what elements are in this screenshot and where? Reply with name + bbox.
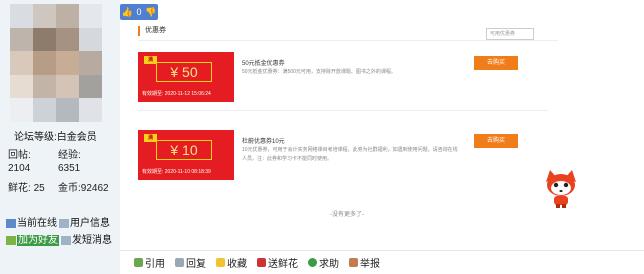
coupon-validity: 有效期至: 2020-11-10 08:18:39 — [142, 169, 211, 175]
coupon-description: 10元优惠券，可用于会计实务网络课目考培课程，此劵为社群福利，如遇到使用问题，请… — [242, 147, 458, 162]
quote-icon — [134, 258, 143, 267]
flowers-value: 25 — [33, 183, 45, 194]
coupon-validity: 有效期至: 2020-11-12 15:06:24 — [142, 91, 211, 97]
buy-button[interactable]: 去购买 — [474, 134, 518, 148]
coupon-name: 50元抵金优惠券 — [242, 61, 285, 67]
level-value: 白金会员 — [56, 132, 97, 143]
exp-value: 6351 — [58, 163, 81, 174]
posts-stat: 回帖: 2104 — [8, 149, 31, 175]
post-actions-bar: 引用 回复 收藏 送鲜花 求助 举报 — [120, 250, 644, 274]
thumbs-down-icon: 👎 — [145, 6, 157, 17]
message-icon — [61, 235, 71, 245]
add-friend-icon — [6, 235, 16, 245]
coupon-search-input[interactable]: 可用优惠券 — [486, 28, 534, 40]
posts-value: 2104 — [8, 163, 31, 174]
user-links-row-1: 当前在线 用户信息 — [6, 214, 110, 229]
posts-label: 回帖: — [8, 150, 31, 161]
exp-stat: 经验: 6351 — [58, 149, 81, 175]
coins-value: 92462 — [80, 183, 109, 194]
buy-button[interactable]: 去购买 — [474, 56, 518, 70]
no-more-text: -没有更多了- — [330, 212, 364, 218]
flower-icon — [257, 258, 266, 267]
divider — [138, 40, 558, 41]
user-links-row-2: 加为好友 发短消息 — [6, 231, 112, 246]
favorite-action[interactable]: 收藏 — [216, 255, 247, 270]
online-link[interactable]: 当前在线 — [6, 214, 57, 229]
add-friend-link[interactable]: 加为好友 — [6, 231, 59, 246]
coins-label: 金币: — [58, 183, 81, 194]
user-info-icon — [59, 218, 69, 228]
coupon-card: 满 ¥ 10 有效期至: 2020-11-10 08:18:39 杜蔚优惠券10… — [138, 130, 548, 188]
coupon-amount: ¥ 50 — [156, 62, 212, 82]
exp-label: 经验: — [58, 150, 81, 161]
star-icon — [216, 258, 225, 267]
like-button[interactable]: 👍 0 👎 — [120, 4, 158, 20]
report-icon — [349, 258, 358, 267]
user-panel: 论坛等级:白金会员 回帖: 2104 经验: 6351 鲜花: 25 金币:92… — [0, 0, 120, 274]
reply-action[interactable]: 回复 — [175, 255, 206, 270]
divider — [138, 110, 548, 111]
like-count: 0 — [136, 7, 142, 17]
user-info-link[interactable]: 用户信息 — [59, 214, 110, 229]
flowers-stat: 鲜花: 25 — [8, 182, 45, 195]
coupon-amount: ¥ 10 — [156, 140, 212, 160]
coupon-ticket: 满 ¥ 50 有效期至: 2020-11-12 15:06:24 — [138, 52, 234, 102]
coupon-card: 满 ¥ 50 有效期至: 2020-11-12 15:06:24 50元抵金优惠… — [138, 52, 548, 111]
section-title: 优惠券 — [138, 26, 166, 36]
coupon-description: 50元抵金优惠券：满500元可用，支持除开放课题、图书之外的课程。 — [242, 69, 396, 75]
post-content: 👍 0 👎 优惠券 可用优惠券 满 ¥ 50 有效期至: 2020-11-12 … — [120, 0, 644, 274]
level-label: 论坛等级: — [14, 132, 57, 143]
coupon-ticket: 满 ¥ 10 有效期至: 2020-11-10 08:18:39 — [138, 130, 234, 180]
help-icon — [308, 258, 317, 267]
coupon-name: 杜蔚优惠券10元 — [242, 139, 285, 145]
user-level: 论坛等级:白金会员 — [14, 128, 97, 143]
send-flower-action[interactable]: 送鲜花 — [257, 255, 298, 270]
reply-icon — [175, 258, 184, 267]
fox-mascot-icon — [546, 170, 576, 208]
report-action[interactable]: 举报 — [349, 255, 380, 270]
thumbs-up-icon: 👍 — [121, 6, 133, 17]
flowers-label: 鲜花: — [8, 183, 31, 194]
monitor-icon — [6, 218, 16, 228]
avatar[interactable] — [10, 4, 102, 122]
coins-stat: 金币:92462 — [58, 182, 114, 195]
send-message-link[interactable]: 发短消息 — [61, 231, 112, 246]
help-action[interactable]: 求助 — [308, 255, 339, 270]
quote-action[interactable]: 引用 — [134, 255, 165, 270]
